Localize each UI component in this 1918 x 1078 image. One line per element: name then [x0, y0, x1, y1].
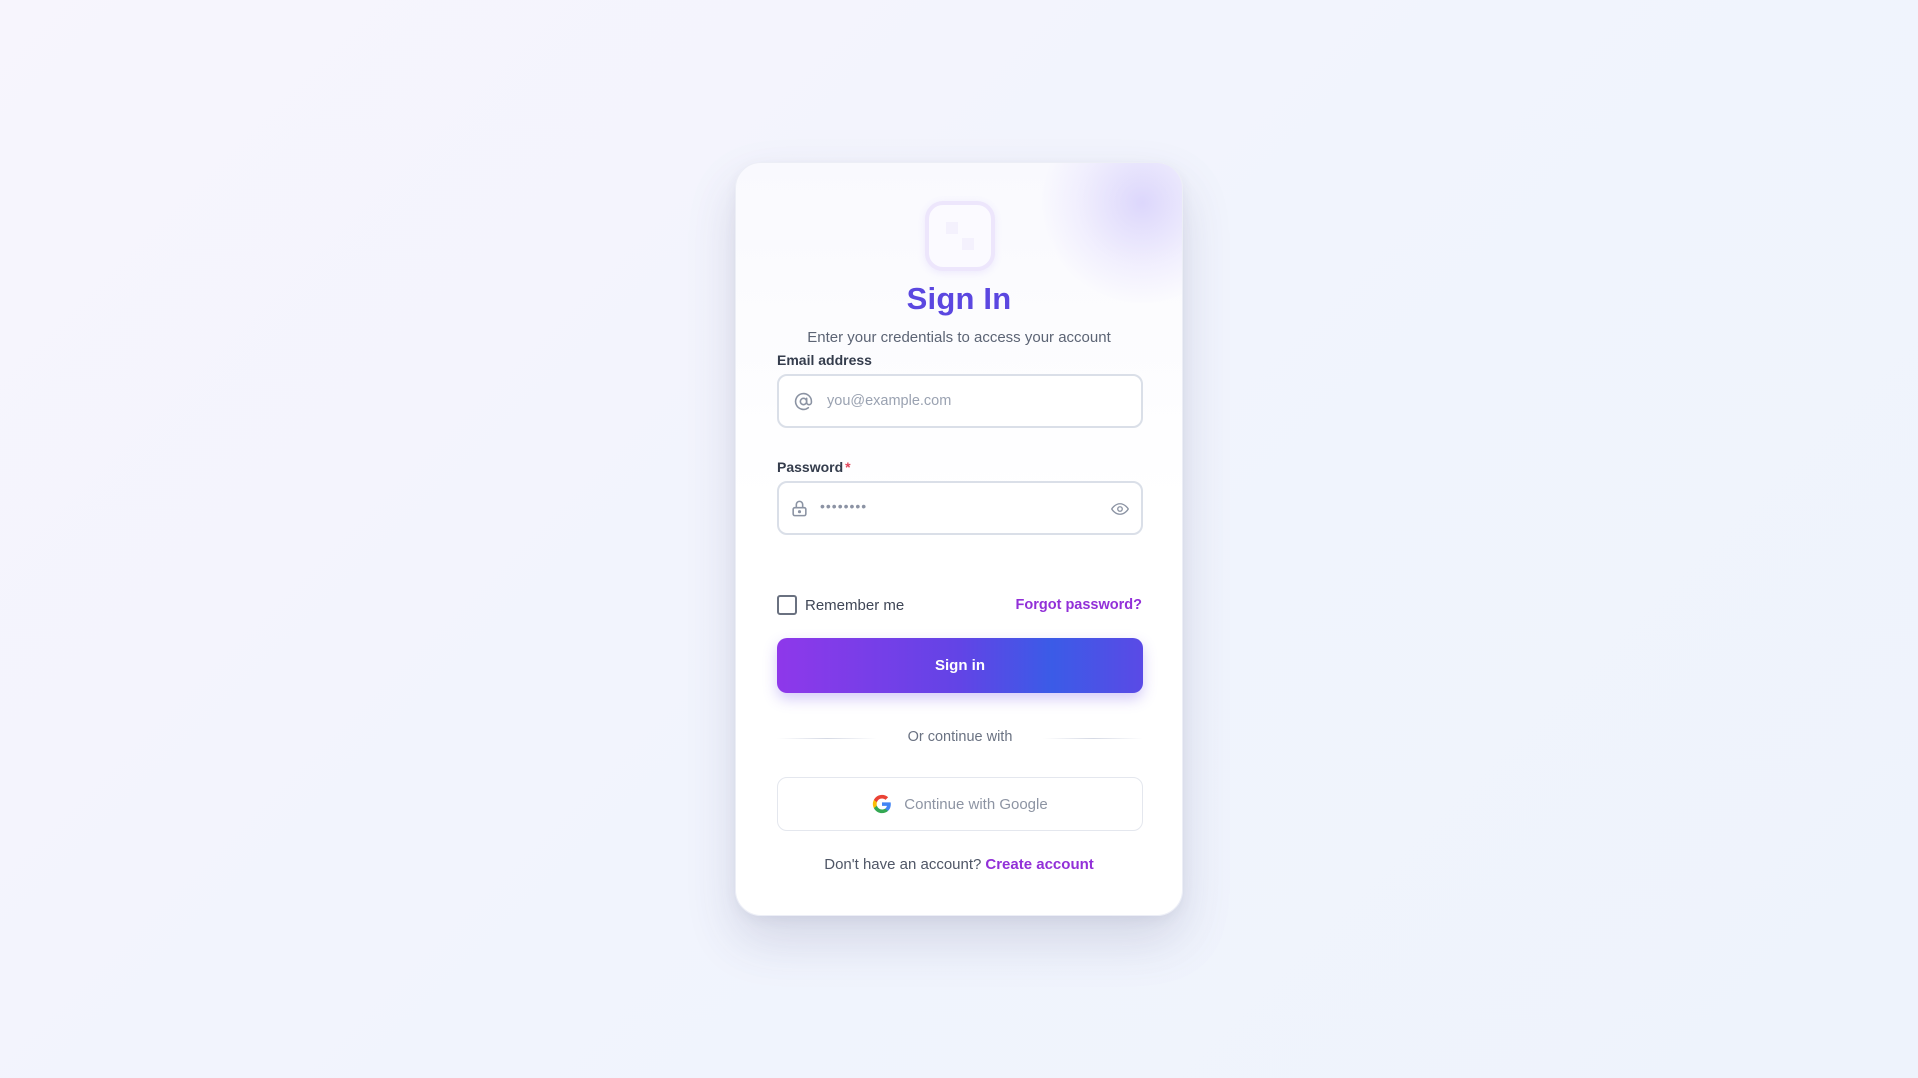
divider-text: Or continue with	[907, 729, 1013, 745]
divider: Or continue with	[777, 727, 1143, 749]
lock-icon	[792, 500, 807, 517]
google-button-label: Continue with Google	[904, 795, 1048, 813]
password-label-text: Password	[777, 459, 844, 475]
forgot-password-link[interactable]: Forgot password?	[1016, 597, 1142, 613]
eye-icon[interactable]	[1110, 500, 1130, 518]
create-account-link[interactable]: Create account	[985, 856, 1093, 873]
password-field[interactable]: ••••••••	[777, 481, 1143, 535]
email-placeholder: you@example.com	[827, 393, 952, 409]
signup-prompt: Don't have an account? Create account	[736, 856, 1182, 873]
password-masked-value: ••••••••	[820, 498, 868, 514]
at-icon	[794, 392, 813, 411]
required-marker: *	[845, 459, 851, 475]
email-field[interactable]: you@example.com	[777, 374, 1143, 428]
signup-prompt-text: Don't have an account?	[824, 856, 982, 873]
password-label: Password *	[777, 459, 851, 475]
google-sign-in-button[interactable]: Continue with Google	[777, 777, 1143, 831]
remember-me-checkbox[interactable]	[777, 595, 797, 615]
remember-me-row[interactable]: Remember me	[777, 595, 904, 615]
page-subtitle: Enter your credentials to access your ac…	[807, 329, 1111, 346]
sign-in-button[interactable]: Sign in	[777, 638, 1143, 693]
logo-mark	[946, 222, 974, 250]
remember-me-label: Remember me	[805, 596, 905, 614]
sign-in-card: Sign In Enter your credentials to access…	[735, 162, 1183, 916]
app-logo	[925, 201, 995, 271]
google-icon	[873, 794, 892, 814]
page-title: Sign In	[906, 281, 1012, 316]
email-label: Email address	[777, 352, 872, 368]
divider-line-right	[1043, 738, 1143, 739]
